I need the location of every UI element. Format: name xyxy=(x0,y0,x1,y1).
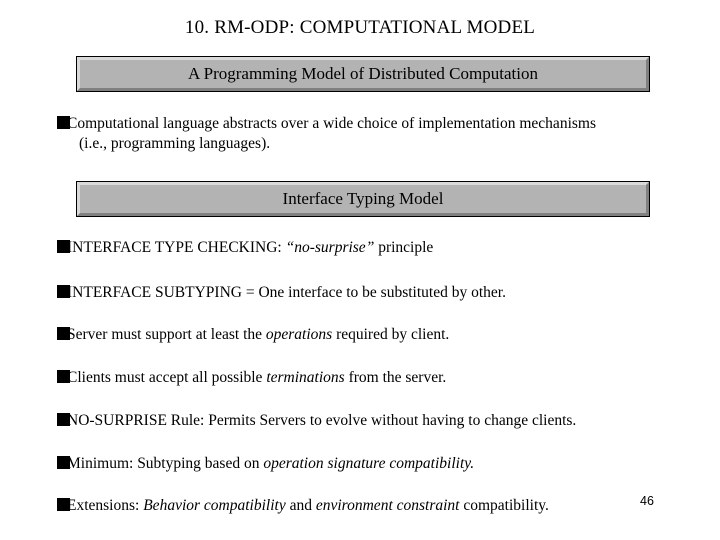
bullet-item-subtyping: INTERFACE SUBTYPING = One interface to b… xyxy=(57,283,707,303)
filled-square-bullet-icon xyxy=(57,456,70,469)
bullet-text: Computational language abstracts over a … xyxy=(57,114,707,154)
bullet-text-post: compatibility. xyxy=(459,497,549,514)
page-number: 46 xyxy=(640,494,654,508)
bullet-text-post: required by client. xyxy=(332,326,450,343)
filled-square-bullet-icon xyxy=(57,413,70,426)
bullet-text-pre: Clients must accept all possible xyxy=(67,369,267,386)
bullet-item-clients: Clients must accept all possible termina… xyxy=(57,368,707,388)
filled-square-bullet-icon xyxy=(57,116,70,129)
slide-canvas: 10. RM-ODP: COMPUTATIONAL MODEL A Progra… xyxy=(0,0,720,540)
bullet-text-mid: and xyxy=(285,497,316,514)
heading-box-label: Interface Typing Model xyxy=(282,189,444,208)
bullet-text: INTERFACE SUBTYPING = One interface to b… xyxy=(57,283,707,303)
page-title: 10. RM-ODP: COMPUTATIONAL MODEL xyxy=(184,17,536,38)
bullet-text-post: from the server. xyxy=(344,369,447,386)
heading-box-bevel: A Programming Model of Distributed Compu… xyxy=(77,57,649,91)
bullet-item-type-checking: INTERFACE TYPE CHECKING: “no-surprise” p… xyxy=(57,238,707,258)
heading-box-bevel: Interface Typing Model xyxy=(77,182,649,216)
bullet-text-pre: INTERFACE TYPE CHECKING: xyxy=(67,239,286,256)
filled-square-bullet-icon xyxy=(57,498,70,511)
bullet-item-minimum: Minimum: Subtyping based on operation si… xyxy=(57,454,707,474)
bullet-text-pre: Server must support at least the xyxy=(67,326,266,343)
bullet-text-post: principle xyxy=(374,239,434,256)
bullet-text: Clients must accept all possible termina… xyxy=(57,368,707,388)
bullet-text-emphasis-2: environment constraint xyxy=(315,497,460,514)
bullet-text-pre: NO-SURPRISE Rule: Permits Servers to evo… xyxy=(67,412,577,429)
bullet-text: NO-SURPRISE Rule: Permits Servers to evo… xyxy=(57,411,707,431)
bullet-line-1: Computational language abstracts over a … xyxy=(67,115,596,132)
bullet-text-emphasis: terminations xyxy=(266,369,345,386)
bullet-item-extensions: Extensions: Behavior compatibility and e… xyxy=(57,496,707,516)
bullet-text-pre: Extensions: xyxy=(67,497,144,514)
bullet-text-emphasis: “no-surprise” xyxy=(285,239,375,256)
bullet-text-emphasis: operations xyxy=(265,326,333,343)
bullet-text-emphasis: Behavior compatibility xyxy=(143,497,286,514)
heading-box-label: A Programming Model of Distributed Compu… xyxy=(188,64,538,83)
bullet-text: Extensions: Behavior compatibility and e… xyxy=(57,496,707,516)
bullet-text-emphasis: operation signature compatibility. xyxy=(263,455,475,472)
bullet-text: Minimum: Subtyping based on operation si… xyxy=(57,454,707,474)
heading-box-programming-model: A Programming Model of Distributed Compu… xyxy=(76,56,650,92)
bullet-text-pre: INTERFACE SUBTYPING = One interface to b… xyxy=(67,284,506,301)
bullet-item-server: Server must support at least the operati… xyxy=(57,325,707,345)
filled-square-bullet-icon xyxy=(57,370,70,383)
bullet-text: INTERFACE TYPE CHECKING: “no-surprise” p… xyxy=(57,238,707,258)
bullet-item-no-surprise: NO-SURPRISE Rule: Permits Servers to evo… xyxy=(57,411,707,431)
filled-square-bullet-icon xyxy=(57,285,70,298)
bullet-line-2: (i.e., programming languages). xyxy=(79,135,271,152)
bullet-text: Server must support at least the operati… xyxy=(57,325,707,345)
heading-box-interface-typing: Interface Typing Model xyxy=(76,181,650,217)
filled-square-bullet-icon xyxy=(57,327,70,340)
bullet-item-computational: Computational language abstracts over a … xyxy=(57,114,707,154)
bullet-text-pre: Minimum: Subtyping based on xyxy=(67,455,264,472)
filled-square-bullet-icon xyxy=(57,240,70,253)
